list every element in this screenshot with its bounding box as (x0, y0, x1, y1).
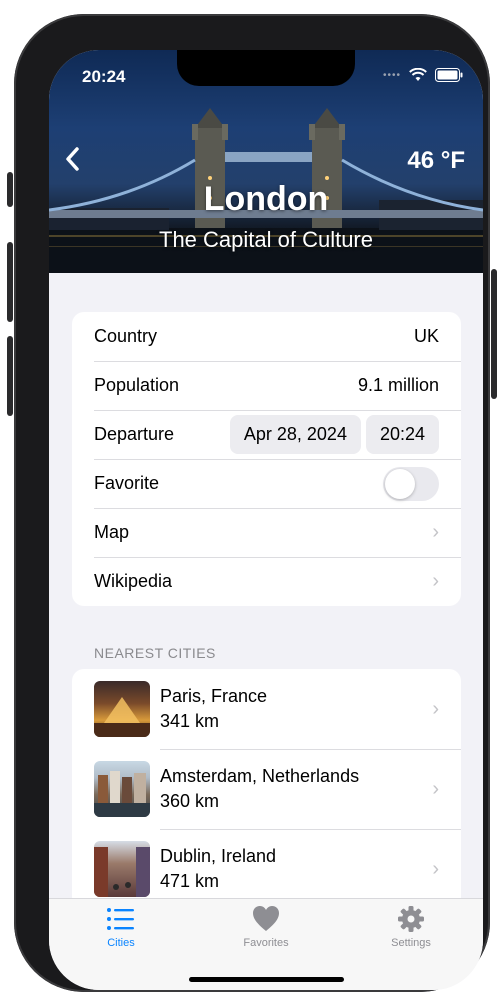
amsterdam-thumbnail (94, 761, 150, 817)
favorite-toggle[interactable] (383, 466, 439, 501)
population-value: 9.1 million (357, 375, 439, 395)
hero-image: 20:24 •••• 46 °F London The Capital of C… (49, 50, 483, 273)
city-text: Amsterdam, Netherlands 360 km (160, 764, 432, 814)
tab-favorites[interactable]: Favorites (216, 905, 316, 949)
country-label: Country (94, 326, 158, 346)
toggle-knob (385, 468, 415, 499)
status-time: 20:24 (82, 67, 126, 86)
status-icons: •••• (383, 68, 463, 82)
wikipedia-row[interactable]: Wikipedia › (94, 557, 439, 606)
departure-row: Departure Apr 28, 2024 20:24 (94, 410, 439, 459)
paris-thumbnail (94, 681, 150, 737)
nearest-cities-header: NEAREST CITIES (94, 645, 216, 661)
chevron-right-icon: › (432, 777, 439, 800)
city-distance: 471 km (160, 871, 220, 891)
chevron-right-icon: › (432, 521, 439, 543)
mute-switch (7, 172, 13, 207)
country-row: Country UK (94, 312, 439, 361)
power-button (491, 269, 497, 399)
city-title: London (203, 180, 329, 218)
country-value: UK (413, 326, 439, 346)
tab-bar: Cities Favorites Settings (49, 898, 483, 990)
city-text: Dublin, Ireland 471 km (160, 844, 432, 894)
departure-label: Departure (94, 424, 175, 444)
tab-settings[interactable]: Settings (361, 905, 461, 949)
map-row[interactable]: Map › (94, 508, 439, 557)
gear-icon (398, 906, 424, 932)
chevron-right-icon: › (432, 857, 439, 880)
louvre-pyramid-image (94, 697, 150, 737)
wikipedia-label: Wikipedia (94, 571, 173, 591)
population-row: Population 9.1 million (94, 361, 439, 410)
chevron-right-icon: › (432, 570, 439, 592)
city-distance: 360 km (160, 791, 220, 811)
city-distance: 341 km (160, 711, 220, 731)
wifi-icon (409, 68, 427, 81)
population-label: Population (94, 375, 180, 395)
tab-label: Favorites (243, 937, 289, 949)
phone-frame: 20:24 •••• 46 °F London The Capital of C… (7, 14, 497, 992)
screen: 20:24 •••• 46 °F London The Capital of C… (49, 50, 483, 990)
city-row-dublin[interactable]: Dublin, Ireland 471 km › (94, 829, 439, 909)
favorite-row: Favorite (94, 459, 439, 508)
city-name: Dublin, Ireland (160, 846, 277, 866)
battery-icon (435, 68, 463, 82)
departure-time-picker[interactable]: 20:24 (365, 415, 439, 454)
favorite-label: Favorite (94, 473, 160, 493)
chevron-left-icon (66, 147, 79, 171)
heart-icon (253, 906, 279, 931)
details-card: Country UK Population 9.1 million Depart… (72, 312, 461, 606)
volume-down-button (7, 336, 13, 416)
tab-label: Settings (391, 937, 431, 949)
list-icon (107, 908, 134, 930)
volume-up-button (7, 242, 13, 322)
city-row-amsterdam[interactable]: Amsterdam, Netherlands 360 km › (94, 749, 439, 829)
departure-pickers: Apr 28, 2024 20:24 (229, 415, 439, 454)
city-name: Amsterdam, Netherlands (160, 766, 360, 786)
back-button[interactable] (63, 146, 83, 177)
city-row-paris[interactable]: Paris, France 341 km › (94, 669, 439, 749)
camera-notch (177, 50, 355, 86)
city-name: Paris, France (160, 686, 268, 706)
map-label: Map (94, 522, 130, 542)
departure-date-picker[interactable]: Apr 28, 2024 (229, 415, 361, 454)
city-text: Paris, France 341 km (160, 684, 432, 734)
city-subtitle: The Capital of Culture (159, 227, 373, 252)
tab-cities[interactable]: Cities (71, 905, 171, 949)
canal-houses-image (94, 771, 150, 817)
signal-icon: •••• (382, 69, 401, 81)
chevron-right-icon: › (432, 697, 439, 720)
temperature: 46 °F (407, 147, 465, 174)
tab-label: Cities (107, 937, 135, 949)
home-indicator[interactable] (189, 977, 344, 982)
street-image (94, 847, 150, 897)
dublin-thumbnail (94, 841, 150, 897)
nearest-cities-card: Paris, France 341 km › Amsterdam, Nether… (72, 669, 461, 909)
